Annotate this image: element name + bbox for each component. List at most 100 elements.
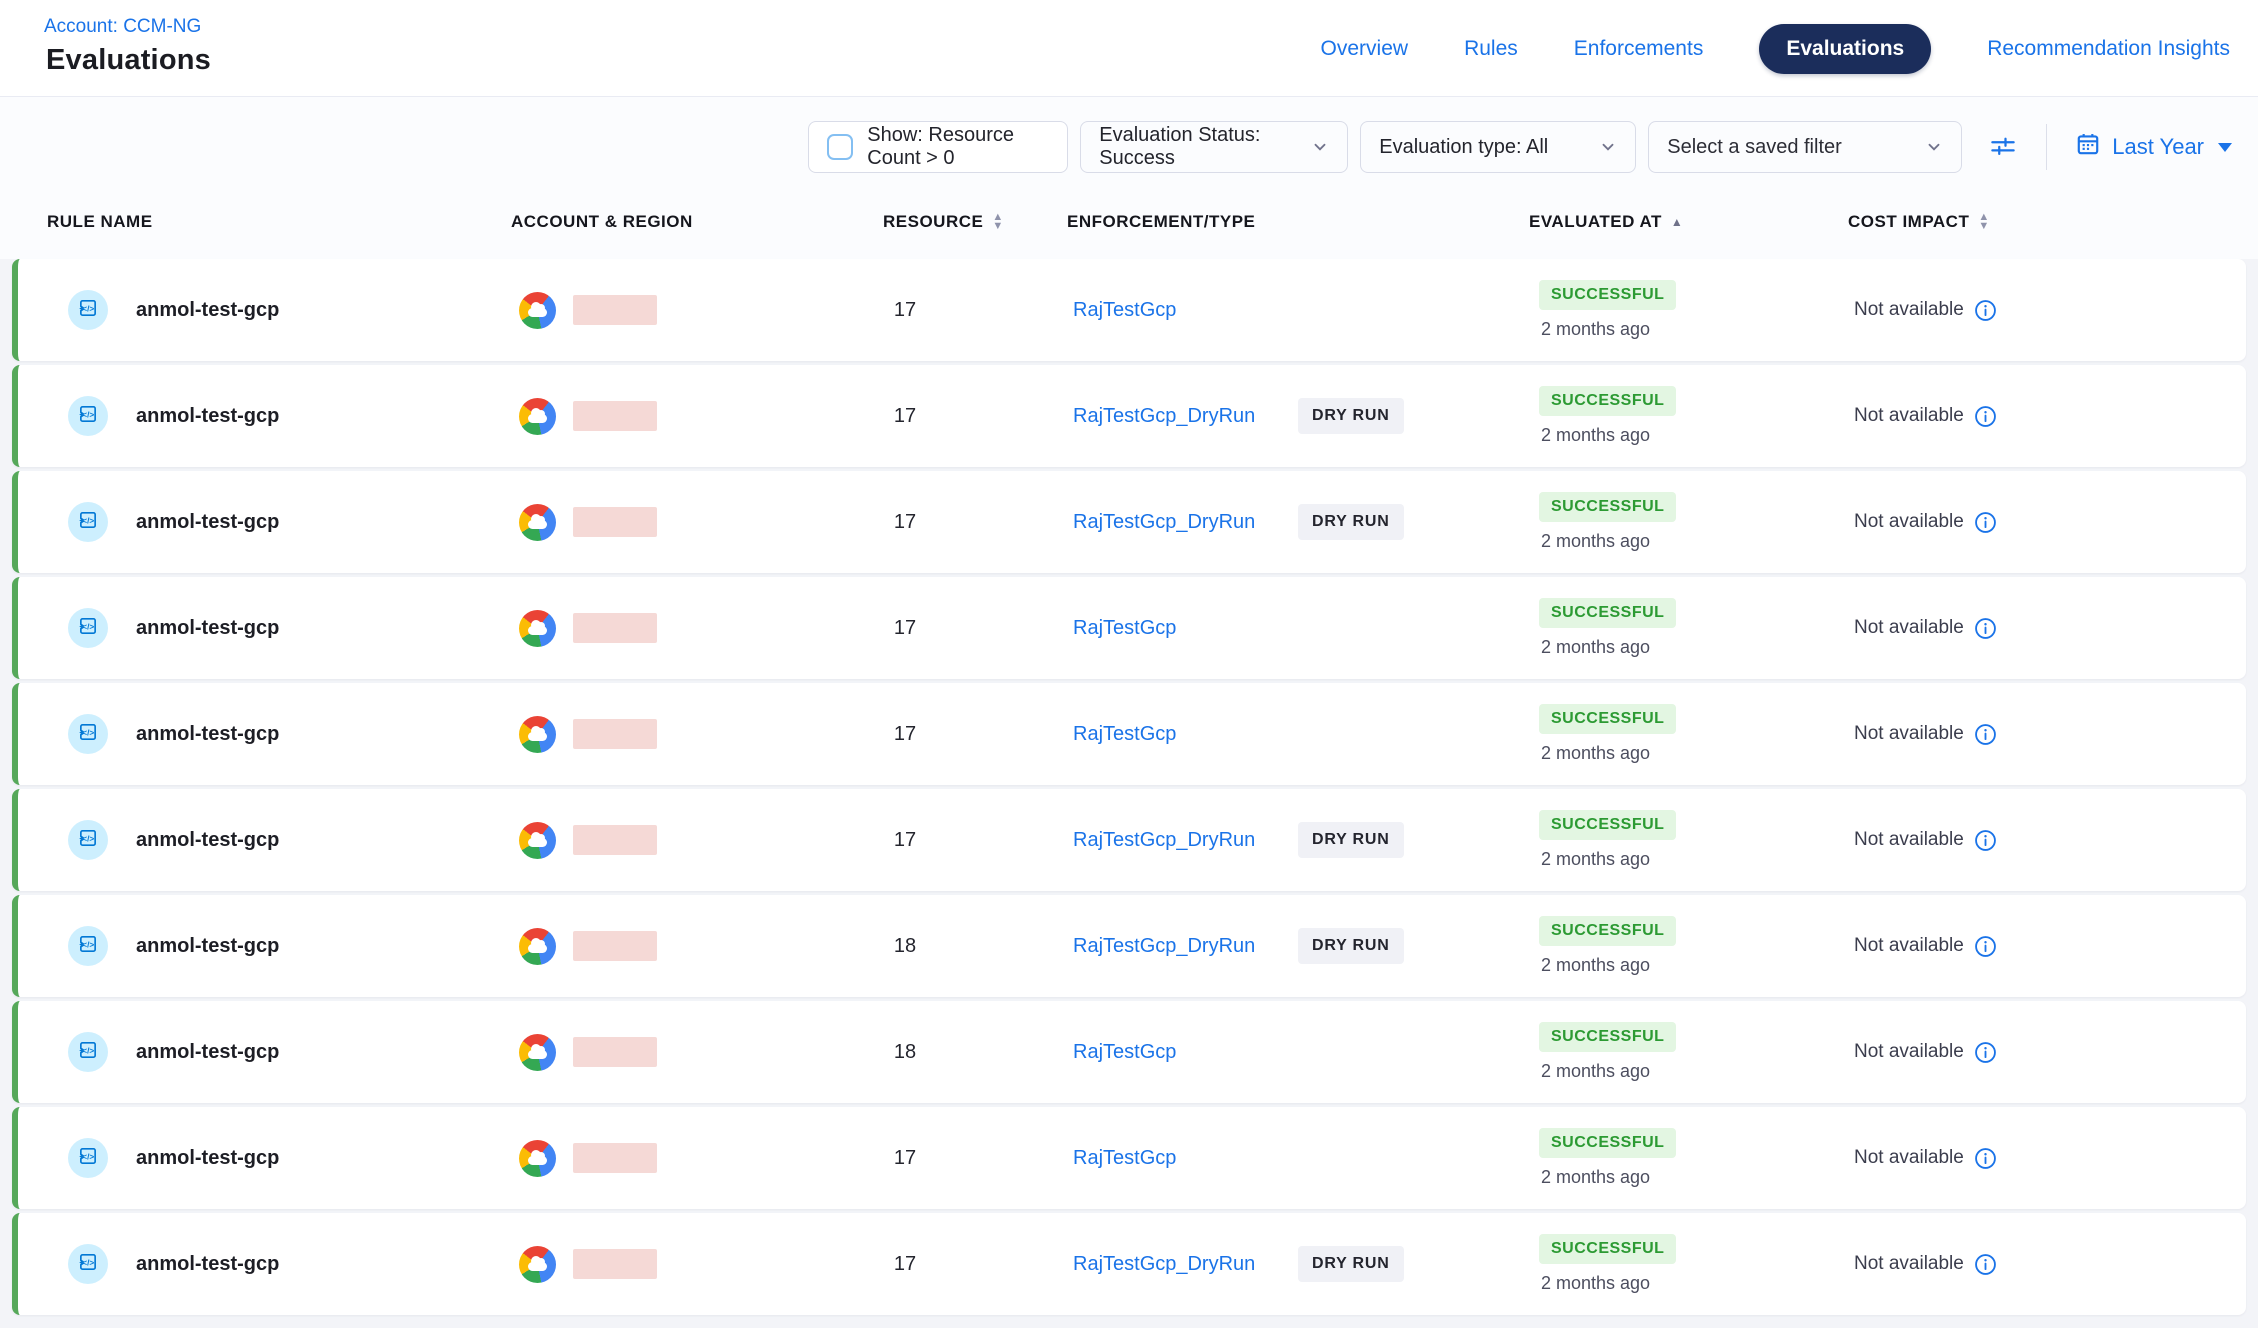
evaluation-row[interactable]: </> anmol-test-gcp 18 RajTestGcp_DryRun … — [12, 895, 2246, 997]
date-range-picker[interactable]: Last Year — [2075, 131, 2232, 163]
evaluation-row[interactable]: </> anmol-test-gcp 17 RajTestGcp_DryRun … — [12, 1213, 2246, 1315]
enforcement-link[interactable]: RajTestGcp — [1073, 617, 1176, 640]
enforcement-link[interactable]: RajTestGcp — [1073, 299, 1176, 322]
evaluation-row[interactable]: </> anmol-test-gcp 17 RajTestGcp SUCCESS… — [12, 259, 2246, 361]
evaluation-row[interactable]: </> anmol-test-gcp 17 RajTestGcp_DryRun … — [12, 789, 2246, 891]
evaluated-ago: 2 months ago — [1539, 425, 1650, 446]
resource-count-cell: 17 — [863, 259, 947, 361]
status-badge: SUCCESSFUL — [1539, 492, 1676, 522]
evaluation-row[interactable]: </> anmol-test-gcp 17 RajTestGcp SUCCESS… — [12, 577, 2246, 679]
evaluation-type-dropdown[interactable]: Evaluation type: All — [1360, 121, 1636, 173]
svg-text:</>: </> — [82, 304, 94, 313]
info-icon[interactable] — [1974, 1041, 1997, 1064]
evaluation-row[interactable]: </> anmol-test-gcp 18 RajTestGcp SUCCESS… — [12, 1001, 2246, 1103]
resource-count-cell: 17 — [863, 789, 947, 891]
evaluated-ago: 2 months ago — [1539, 743, 1650, 764]
top-bar: Account: CCM-NG Evaluations Overview Rul… — [0, 0, 2258, 97]
info-icon[interactable] — [1974, 1147, 1997, 1170]
sort-ascending-icon: ▲ — [1671, 216, 1683, 228]
gcp-cloud-icon — [519, 1034, 556, 1071]
evaluated-at-cell: SUCCESSFUL 2 months ago — [1539, 1107, 1676, 1209]
column-header-resource[interactable]: RESOURCE ▲▼ — [883, 212, 1004, 232]
filter-settings-button[interactable] — [1988, 131, 2018, 164]
rule-script-icon: </> — [77, 827, 99, 854]
enforcement-link[interactable]: RajTestGcp_DryRun — [1073, 405, 1255, 428]
account-region-cell — [519, 683, 657, 785]
evaluated-at-cell: SUCCESSFUL 2 months ago — [1539, 683, 1676, 785]
info-icon[interactable] — [1974, 617, 1997, 640]
resource-count-checkbox[interactable] — [827, 134, 853, 160]
info-icon[interactable] — [1974, 935, 1997, 958]
tab-evaluations-active[interactable]: Evaluations — [1759, 24, 1931, 74]
enforcement-link[interactable]: RajTestGcp — [1073, 1041, 1176, 1064]
chevron-down-icon — [1311, 138, 1329, 156]
evaluation-row[interactable]: </> anmol-test-gcp 17 RajTestGcp SUCCESS… — [12, 683, 2246, 785]
evaluated-at-cell: SUCCESSFUL 2 months ago — [1539, 789, 1676, 891]
rule-name: anmol-test-gcp — [136, 723, 279, 746]
cost-impact-cell: Not available — [1854, 1213, 1997, 1315]
saved-filter-dropdown[interactable]: Select a saved filter — [1648, 121, 1962, 173]
enforcement-link[interactable]: RajTestGcp — [1073, 723, 1176, 746]
saved-filter-placeholder: Select a saved filter — [1667, 136, 1842, 159]
sliders-icon — [1988, 149, 2018, 164]
cost-impact-cell: Not available — [1854, 365, 1997, 467]
evaluation-status-dropdown[interactable]: Evaluation Status: Success — [1080, 121, 1348, 173]
evaluation-row[interactable]: </> anmol-test-gcp 17 RajTestGcp_DryRun … — [12, 471, 2246, 573]
tab-rules[interactable]: Rules — [1464, 37, 1518, 61]
info-icon[interactable] — [1974, 299, 1997, 322]
redacted-account-name — [573, 613, 657, 643]
gcp-cloud-icon — [519, 1140, 556, 1177]
column-header-evaluated-at[interactable]: EVALUATED AT ▲ — [1529, 212, 1683, 232]
column-header-enforcement-type: ENFORCEMENT/TYPE — [1067, 212, 1255, 232]
info-icon[interactable] — [1974, 829, 1997, 852]
enforcement-link[interactable]: RajTestGcp_DryRun — [1073, 935, 1255, 958]
resource-count-filter[interactable]: Show: Resource Count > 0 — [808, 121, 1068, 173]
resource-count: 17 — [894, 829, 916, 852]
enforcement-cell: RajTestGcp — [1073, 1107, 1176, 1209]
cost-impact-value: Not available — [1854, 617, 1964, 639]
top-nav: Overview Rules Enforcements Evaluations … — [1321, 0, 2230, 97]
enforcement-link[interactable]: RajTestGcp_DryRun — [1073, 511, 1255, 534]
evaluation-row[interactable]: </> anmol-test-gcp 17 RajTestGcp SUCCESS… — [12, 1107, 2246, 1209]
evaluation-status-value: Evaluation Status: Success — [1099, 124, 1311, 170]
rule-avatar: </> — [68, 820, 108, 860]
info-icon[interactable] — [1974, 511, 1997, 534]
rule-name-cell: </> anmol-test-gcp — [68, 1213, 279, 1315]
enforcement-link[interactable]: RajTestGcp_DryRun — [1073, 829, 1255, 852]
rule-name-cell: </> anmol-test-gcp — [68, 895, 279, 997]
account-breadcrumb-link[interactable]: Account: CCM-NG — [44, 16, 201, 38]
sort-icon: ▲▼ — [1978, 213, 1989, 231]
svg-text:</>: </> — [82, 728, 94, 737]
redacted-account-name — [573, 825, 657, 855]
resource-count-cell: 17 — [863, 365, 947, 467]
resource-count: 17 — [894, 1147, 916, 1170]
gcp-cloud-icon — [519, 1246, 556, 1283]
enforcement-link[interactable]: RajTestGcp — [1073, 1147, 1176, 1170]
rule-script-icon: </> — [77, 1039, 99, 1066]
resource-count: 17 — [894, 723, 916, 746]
resource-count-cell: 17 — [863, 683, 947, 785]
resource-count-cell: 17 — [863, 1213, 947, 1315]
rule-name: anmol-test-gcp — [136, 829, 279, 852]
status-badge: SUCCESSFUL — [1539, 1234, 1676, 1264]
rule-avatar: </> — [68, 396, 108, 436]
column-header-cost-impact[interactable]: COST IMPACT ▲▼ — [1848, 212, 1990, 232]
cost-impact-value: Not available — [1854, 829, 1964, 851]
cost-impact-cell: Not available — [1854, 577, 1997, 679]
tab-recommendation-insights[interactable]: Recommendation Insights — [1987, 37, 2230, 61]
account-region-cell — [519, 365, 657, 467]
resource-count-cell: 18 — [863, 1001, 947, 1103]
info-icon[interactable] — [1974, 1253, 1997, 1276]
rule-name: anmol-test-gcp — [136, 1041, 279, 1064]
evaluated-ago: 2 months ago — [1539, 531, 1650, 552]
evaluation-row[interactable]: </> anmol-test-gcp 17 RajTestGcp_DryRun … — [12, 365, 2246, 467]
cost-impact-value: Not available — [1854, 1041, 1964, 1063]
tab-enforcements[interactable]: Enforcements — [1574, 37, 1704, 61]
info-icon[interactable] — [1974, 723, 1997, 746]
info-icon[interactable] — [1974, 405, 1997, 428]
status-badge: SUCCESSFUL — [1539, 386, 1676, 416]
rule-avatar: </> — [68, 502, 108, 542]
account-region-cell — [519, 259, 657, 361]
tab-overview[interactable]: Overview — [1321, 37, 1409, 61]
enforcement-link[interactable]: RajTestGcp_DryRun — [1073, 1253, 1255, 1276]
